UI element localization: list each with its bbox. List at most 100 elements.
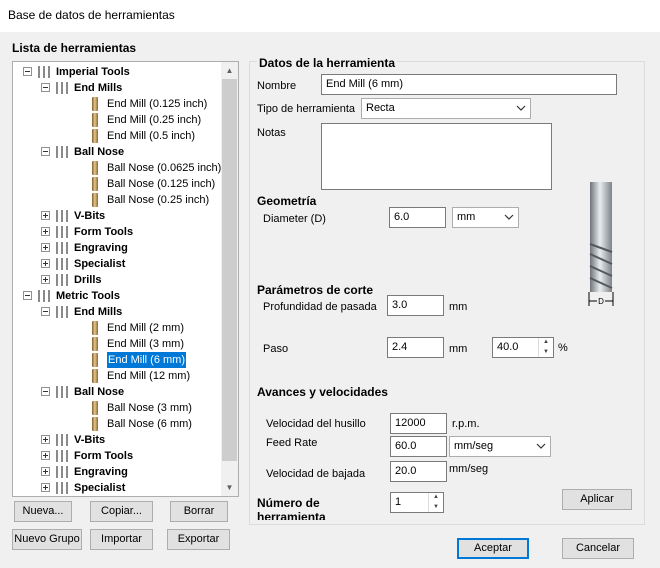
collapse-icon[interactable] bbox=[41, 147, 50, 156]
tree-item-group[interactable]: Imperial Tools bbox=[13, 64, 221, 80]
expand-icon[interactable] bbox=[41, 227, 50, 236]
tree-item-label: Ball Nose (3 mm) bbox=[107, 402, 192, 414]
new-tool-button[interactable]: Nueva... bbox=[14, 501, 72, 522]
feed-rate-label: Feed Rate bbox=[266, 437, 318, 449]
tool-bit-icon bbox=[92, 417, 98, 431]
tree-item-label: Ball Nose (0.125 inch) bbox=[107, 178, 216, 190]
cancel-button[interactable]: Cancelar bbox=[562, 538, 634, 559]
tree-item-tool[interactable]: End Mill (6 mm) bbox=[13, 352, 221, 368]
tree-item-label: Form Tools bbox=[74, 450, 134, 462]
tree-item-label: End Mill (0.25 inch) bbox=[107, 114, 202, 126]
tree-item-group[interactable]: Specialist bbox=[13, 480, 221, 496]
collapse-icon[interactable] bbox=[23, 67, 32, 76]
new-group-button[interactable]: Nuevo Grupo bbox=[12, 529, 82, 550]
stepover-percent-field[interactable]: 40.0 ▲ ▼ bbox=[492, 337, 554, 358]
tree-item-group[interactable]: V-Bits bbox=[13, 432, 221, 448]
expand-icon[interactable] bbox=[41, 275, 50, 284]
collapse-icon[interactable] bbox=[41, 387, 50, 396]
tree-item-group[interactable]: Form Tools bbox=[13, 448, 221, 464]
chevron-down-icon bbox=[536, 443, 546, 449]
collapse-icon[interactable] bbox=[23, 291, 32, 300]
import-button[interactable]: Importar bbox=[90, 529, 153, 550]
tree-item-tool[interactable]: End Mill (0.25 inch) bbox=[13, 112, 221, 128]
tree-item-tool[interactable]: Ball Nose (3 mm) bbox=[13, 400, 221, 416]
tree-item-group[interactable]: V-Bits bbox=[13, 208, 221, 224]
collapse-icon[interactable] bbox=[41, 83, 50, 92]
tree-item-tool[interactable]: End Mill (0.5 inch) bbox=[13, 128, 221, 144]
tree-item-tool[interactable]: Ball Nose (0.0625 inch) bbox=[13, 160, 221, 176]
expand-icon[interactable] bbox=[41, 243, 50, 252]
tree-item-tool[interactable]: End Mill (0.125 inch) bbox=[13, 96, 221, 112]
feed-rate-unit-select[interactable]: mm/seg bbox=[449, 436, 551, 457]
export-button[interactable]: Exportar bbox=[167, 529, 230, 550]
delete-tool-button[interactable]: Borrar bbox=[170, 501, 228, 522]
notes-label: Notas bbox=[257, 127, 286, 139]
tree-item-label: Imperial Tools bbox=[56, 66, 130, 78]
tree-item-group[interactable]: Engraving bbox=[13, 464, 221, 480]
copy-tool-button[interactable]: Copiar... bbox=[90, 501, 153, 522]
tool-number-spinner[interactable]: ▲ ▼ bbox=[428, 493, 443, 512]
tool-data-heading: Datos de la herramienta bbox=[257, 56, 398, 70]
scroll-down-icon[interactable]: ▼ bbox=[221, 479, 238, 496]
tree-item-group[interactable]: Form Tools bbox=[13, 224, 221, 240]
tree-scrollbar[interactable]: ▲ ▼ bbox=[221, 62, 238, 496]
stepover-field[interactable]: 2.4 bbox=[387, 337, 444, 358]
accept-button[interactable]: Aceptar bbox=[457, 538, 529, 559]
tree-item-group[interactable]: Specialist bbox=[13, 256, 221, 272]
tree-item-group[interactable]: Drills bbox=[13, 272, 221, 288]
scroll-thumb[interactable] bbox=[222, 79, 237, 461]
tree-item-label: Specialist bbox=[74, 258, 126, 270]
tree-item-tool[interactable]: Ball Nose (0.125 inch) bbox=[13, 176, 221, 192]
tool-tree[interactable]: Specialist Engraving Form Tools V-Bits Ball … bbox=[12, 61, 239, 497]
tree-item-group[interactable]: Metric Tools bbox=[13, 288, 221, 304]
diameter-unit-select[interactable]: mm bbox=[452, 207, 519, 228]
tree-item-group[interactable]: End Mills bbox=[13, 80, 221, 96]
diameter-unit-value: mm bbox=[457, 211, 476, 223]
diameter-field[interactable]: 6.0 bbox=[389, 207, 446, 228]
spin-up-icon[interactable]: ▲ bbox=[429, 493, 443, 502]
tree-item-label: End Mill (0.125 inch) bbox=[107, 98, 208, 110]
pass-depth-field[interactable]: 3.0 bbox=[387, 295, 444, 316]
expand-icon[interactable] bbox=[41, 211, 50, 220]
tool-group-icon bbox=[56, 210, 68, 222]
notes-textarea[interactable] bbox=[321, 123, 552, 190]
tool-number-field[interactable]: 1 ▲ ▼ bbox=[390, 492, 444, 513]
tree-item-tool[interactable]: Ball Nose (6 mm) bbox=[13, 416, 221, 432]
expand-icon[interactable] bbox=[41, 483, 50, 492]
spin-down-icon[interactable]: ▼ bbox=[429, 502, 443, 512]
plunge-rate-field[interactable]: 20.0 bbox=[390, 461, 447, 482]
tree-item-label: End Mills bbox=[74, 306, 123, 318]
expand-icon[interactable] bbox=[41, 451, 50, 460]
tool-bit-icon bbox=[92, 353, 98, 367]
tree-item-tool[interactable]: Ball Nose (0.25 inch) bbox=[13, 192, 221, 208]
tree-item-group[interactable]: Ball Nose bbox=[13, 144, 221, 160]
tree-item-tool[interactable]: End Mill (12 mm) bbox=[13, 368, 221, 384]
expand-icon[interactable] bbox=[41, 435, 50, 444]
chevron-down-icon bbox=[516, 105, 526, 111]
expand-icon[interactable] bbox=[41, 467, 50, 476]
spin-up-icon[interactable]: ▲ bbox=[539, 338, 553, 347]
stepover-unit: mm bbox=[449, 343, 468, 355]
tree-item-label: End Mill (2 mm) bbox=[107, 322, 185, 334]
feed-rate-field[interactable]: 60.0 bbox=[390, 436, 447, 457]
tool-type-select[interactable]: Recta bbox=[361, 98, 531, 119]
tool-bit-icon bbox=[92, 129, 98, 143]
scroll-up-icon[interactable]: ▲ bbox=[221, 62, 238, 79]
tree-item-group[interactable]: Ball Nose bbox=[13, 384, 221, 400]
stepover-percent-spinner[interactable]: ▲ ▼ bbox=[538, 338, 553, 357]
apply-button[interactable]: Aplicar bbox=[562, 489, 632, 510]
tool-group-icon bbox=[56, 306, 68, 318]
tool-bit-icon bbox=[92, 401, 98, 415]
pass-depth-unit: mm bbox=[449, 301, 468, 313]
tree-item-tool[interactable]: End Mill (3 mm) bbox=[13, 336, 221, 352]
expand-icon[interactable] bbox=[41, 259, 50, 268]
geometry-heading: Geometría bbox=[257, 194, 317, 208]
tree-item-group[interactable]: Engraving bbox=[13, 240, 221, 256]
name-field[interactable]: End Mill (6 mm) bbox=[321, 74, 617, 95]
spin-down-icon[interactable]: ▼ bbox=[539, 347, 553, 357]
tree-item-group[interactable]: End Mills bbox=[13, 304, 221, 320]
collapse-icon[interactable] bbox=[41, 307, 50, 316]
spindle-speed-field[interactable]: 12000 bbox=[390, 413, 447, 434]
tree-item-tool[interactable]: End Mill (2 mm) bbox=[13, 320, 221, 336]
plunge-rate-unit: mm/seg bbox=[449, 463, 489, 475]
